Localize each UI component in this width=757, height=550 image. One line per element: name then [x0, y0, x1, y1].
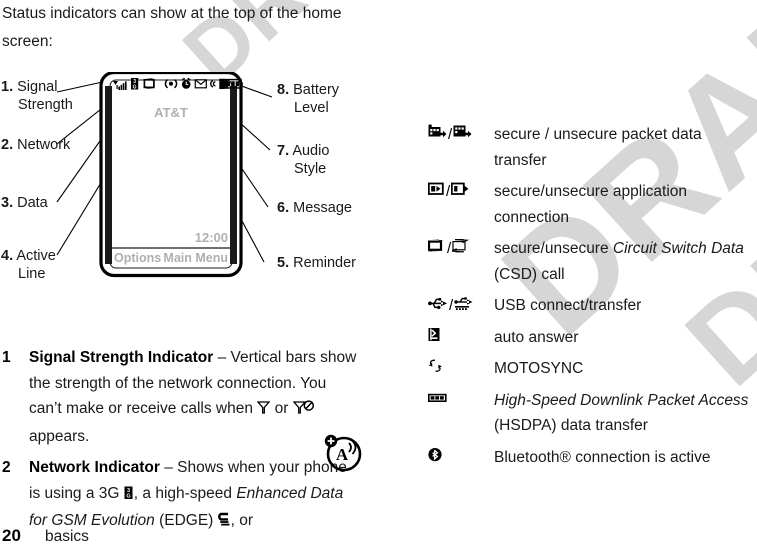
- list-item: 1 Signal Strength Indicator – Vertical b…: [2, 345, 358, 449]
- callout-label-7: Style: [294, 161, 326, 177]
- callout-number-1: 1. Signal: [1, 79, 57, 95]
- item-text: Network Indicator – Shows when your phon…: [29, 455, 358, 536]
- item-number: 1: [2, 349, 11, 366]
- diagram-clock: 12:00: [195, 230, 228, 245]
- svg-text:A: A: [336, 445, 349, 464]
- callout-number-7: 7. Audio: [277, 143, 329, 159]
- edge-network-icon: [217, 510, 231, 536]
- item-body: , a high-speed: [133, 484, 237, 502]
- left-column: Status indicators can show at the top of…: [0, 0, 380, 550]
- item-body: or: [270, 400, 293, 417]
- antenna-no-service-icon: [292, 398, 315, 424]
- diagram-softkey-right: Main Menu: [163, 251, 228, 265]
- item-body: , or: [230, 512, 254, 529]
- diagram-softkey-left: Options: [114, 251, 161, 265]
- svg-text:G: G: [126, 493, 130, 499]
- page-number: 20: [2, 526, 21, 545]
- att-circle-icon: A: [320, 430, 364, 479]
- callout-number-4: 4. Active: [1, 248, 56, 264]
- 3g-network-icon: 3G: [124, 483, 134, 509]
- intro-paragraph: Status indicators can show at the top of…: [2, 5, 342, 50]
- callout-label-6: 6. Message: [277, 200, 352, 216]
- item-title: Network Indicator: [29, 459, 160, 476]
- page-footer: 20 basics: [2, 526, 89, 546]
- callout-label-4: Line: [18, 266, 45, 282]
- item-body: (EDGE): [154, 512, 218, 529]
- item-title: Signal Strength Indicator: [29, 349, 214, 366]
- callout-label-1: Strength: [18, 97, 73, 113]
- antenna-icon: [256, 398, 271, 424]
- callout-number-8: 8. Battery: [277, 82, 340, 98]
- item-dash: –: [213, 349, 231, 366]
- status-indicator-diagram: 3 G AT&T 12:00 Options Main Menu 1. Sign…: [0, 72, 380, 287]
- callout-label-8: Level: [294, 100, 329, 116]
- item-dash: –: [159, 459, 178, 476]
- list-item: 2 Network Indicator – Shows when your ph…: [2, 455, 358, 536]
- svg-text:G: G: [133, 85, 137, 91]
- callout-label-5: 5. Reminder: [277, 255, 356, 271]
- item-body: appears.: [29, 427, 90, 445]
- item-number: 2: [2, 459, 11, 476]
- callout-label-3: 3. Data: [1, 195, 49, 211]
- item-text: Signal Strength Indicator – Vertical bar…: [29, 345, 358, 449]
- section-name: basics: [45, 528, 89, 545]
- callout-label-2: 2. Network: [1, 137, 71, 153]
- diagram-carrier-label: AT&T: [154, 105, 188, 120]
- right-column: a General Packet Radio Service (GPRS) ne…: [392, 0, 757, 550]
